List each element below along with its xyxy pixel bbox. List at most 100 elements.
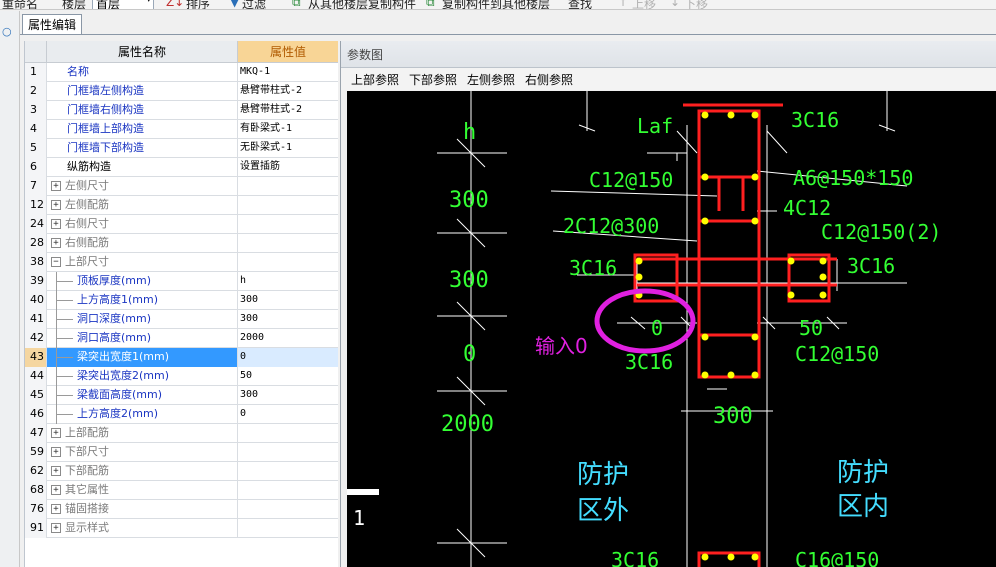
row-name-cell[interactable]: 上方高度2(mm): [47, 405, 238, 424]
row-name-cell[interactable]: + 其它属性: [47, 481, 238, 500]
row-name-cell[interactable]: 梁突出宽度2(mm): [47, 367, 238, 386]
table-row[interactable]: 3 门框墙右侧构造 悬臂带柱式-2: [25, 101, 338, 120]
row-value-cell[interactable]: [238, 234, 338, 253]
table-row[interactable]: 91 + 显示样式: [25, 519, 338, 538]
row-value-cell[interactable]: [238, 177, 338, 196]
table-row[interactable]: 12 + 左侧配筋: [25, 196, 338, 215]
find-button[interactable]: 查找: [568, 0, 592, 9]
row-value-cell[interactable]: 300: [238, 310, 338, 329]
rename-button[interactable]: 重命名: [2, 0, 38, 9]
expand-icon[interactable]: +: [51, 466, 61, 476]
expand-icon[interactable]: +: [51, 504, 61, 514]
row-value-cell[interactable]: 悬臂带柱式-2: [238, 82, 338, 101]
row-value-cell[interactable]: 50: [238, 367, 338, 386]
row-name-cell[interactable]: + 下部配筋: [47, 462, 238, 481]
row-name-cell[interactable]: 顶板厚度(mm): [47, 272, 238, 291]
table-row[interactable]: 7 + 左侧尺寸: [25, 177, 338, 196]
table-row[interactable]: 40 上方高度1(mm) 300: [25, 291, 338, 310]
move-down-button[interactable]: 下移: [684, 0, 708, 9]
row-value-cell[interactable]: 设置插筋: [238, 158, 338, 177]
top-reference-button[interactable]: 上部参照: [351, 71, 399, 88]
table-row[interactable]: 68 + 其它属性: [25, 481, 338, 500]
row-name-cell[interactable]: 门框墙左侧构造: [47, 82, 238, 101]
table-row[interactable]: 43 梁突出宽度1(mm) 0: [25, 348, 338, 367]
table-row[interactable]: 4 门框墙上部构造 有卧梁式-1: [25, 120, 338, 139]
row-name-cell[interactable]: 门框墙下部构造: [47, 139, 238, 158]
row-name-cell[interactable]: 门框墙上部构造: [47, 120, 238, 139]
left-reference-button[interactable]: 左侧参照: [467, 71, 515, 88]
expand-icon[interactable]: +: [51, 428, 61, 438]
row-name-cell[interactable]: + 右侧配筋: [47, 234, 238, 253]
copy-from-floor-button[interactable]: 从其他楼层复制构件: [308, 0, 416, 9]
row-name-cell[interactable]: + 左侧配筋: [47, 196, 238, 215]
row-name-cell[interactable]: 上方高度1(mm): [47, 291, 238, 310]
table-row[interactable]: 28 + 右侧配筋: [25, 234, 338, 253]
row-value-cell[interactable]: [238, 424, 338, 443]
row-value-cell[interactable]: [238, 253, 338, 272]
row-name-cell[interactable]: + 锚固搭接: [47, 500, 238, 519]
table-row[interactable]: 24 + 右侧尺寸: [25, 215, 338, 234]
table-row[interactable]: 47 + 上部配筋: [25, 424, 338, 443]
row-name-cell[interactable]: 名称: [47, 63, 238, 82]
table-row[interactable]: 38− 上部尺寸: [25, 253, 338, 272]
copy-to-floor-button[interactable]: 复制构件到其他楼层: [442, 0, 550, 9]
row-value-cell[interactable]: h: [238, 272, 338, 291]
row-name-cell[interactable]: 门框墙右侧构造: [47, 101, 238, 120]
row-value-cell[interactable]: [238, 519, 338, 538]
tab-property-editor[interactable]: 属性编辑: [22, 14, 82, 35]
row-value-cell[interactable]: [238, 215, 338, 234]
right-reference-button[interactable]: 右侧参照: [525, 71, 573, 88]
row-name-cell[interactable]: + 显示样式: [47, 519, 238, 538]
expand-icon[interactable]: +: [51, 523, 61, 533]
table-row[interactable]: 5 门框墙下部构造 无卧梁式-1: [25, 139, 338, 158]
row-name-cell[interactable]: 洞口高度(mm): [47, 329, 238, 348]
row-name-cell[interactable]: 洞口深度(mm): [47, 310, 238, 329]
row-value-cell[interactable]: 300: [238, 386, 338, 405]
table-row[interactable]: 62 + 下部配筋: [25, 462, 338, 481]
row-value-cell[interactable]: 0: [238, 405, 338, 424]
table-row[interactable]: 2 门框墙左侧构造 悬臂带柱式-2: [25, 82, 338, 101]
row-value-cell[interactable]: 有卧梁式-1: [238, 120, 338, 139]
parameter-drawing-canvas[interactable]: h 300 300 0 2000 Laf 3C16 C12@150 A6@150…: [347, 91, 996, 567]
row-name-cell[interactable]: 梁截面高度(mm): [47, 386, 238, 405]
expand-icon[interactable]: +: [51, 447, 61, 457]
expand-icon[interactable]: +: [51, 181, 61, 191]
table-row[interactable]: 46 上方高度2(mm) 0: [25, 405, 338, 424]
table-row[interactable]: 45 梁截面高度(mm) 300: [25, 386, 338, 405]
row-value-cell[interactable]: [238, 196, 338, 215]
expand-icon[interactable]: +: [51, 485, 61, 495]
collapse-icon[interactable]: −: [51, 257, 61, 267]
row-name-cell[interactable]: − 上部尺寸: [47, 253, 238, 272]
row-name-cell[interactable]: + 上部配筋: [47, 424, 238, 443]
row-value-cell[interactable]: [238, 500, 338, 519]
row-value-cell[interactable]: [238, 481, 338, 500]
row-value-cell[interactable]: [238, 462, 338, 481]
row-value-cell[interactable]: 悬臂带柱式-2: [238, 101, 338, 120]
row-name-cell[interactable]: + 右侧尺寸: [47, 215, 238, 234]
move-up-button[interactable]: 上移: [632, 0, 656, 9]
row-value-cell[interactable]: 0: [238, 348, 338, 367]
row-value-cell[interactable]: MKQ-1: [238, 63, 338, 82]
table-row[interactable]: 39 顶板厚度(mm) h: [25, 272, 338, 291]
sort-button[interactable]: 排序: [186, 0, 210, 9]
row-name-cell[interactable]: 梁突出宽度1(mm): [47, 348, 238, 367]
table-row[interactable]: 41 洞口深度(mm) 300: [25, 310, 338, 329]
table-row[interactable]: 6 纵筋构造 设置插筋: [25, 158, 338, 177]
row-name-cell[interactable]: + 下部尺寸: [47, 443, 238, 462]
filter-button[interactable]: 过滤: [242, 0, 266, 9]
row-name-cell[interactable]: 纵筋构造: [47, 158, 238, 177]
table-row[interactable]: 42 洞口高度(mm) 2000: [25, 329, 338, 348]
table-row[interactable]: 76 + 锚固搭接: [25, 500, 338, 519]
row-value-cell[interactable]: [238, 443, 338, 462]
row-name-cell[interactable]: + 左侧尺寸: [47, 177, 238, 196]
expand-icon[interactable]: +: [51, 219, 61, 229]
table-row[interactable]: 44 梁突出宽度2(mm) 50: [25, 367, 338, 386]
expand-icon[interactable]: +: [51, 238, 61, 248]
floor-select[interactable]: 首层 ▾: [92, 0, 154, 9]
row-value-cell[interactable]: 300: [238, 291, 338, 310]
row-value-cell[interactable]: 无卧梁式-1: [238, 139, 338, 158]
row-value-cell[interactable]: 2000: [238, 329, 338, 348]
expand-icon[interactable]: +: [51, 200, 61, 210]
table-row[interactable]: 59 + 下部尺寸: [25, 443, 338, 462]
bottom-reference-button[interactable]: 下部参照: [409, 71, 457, 88]
